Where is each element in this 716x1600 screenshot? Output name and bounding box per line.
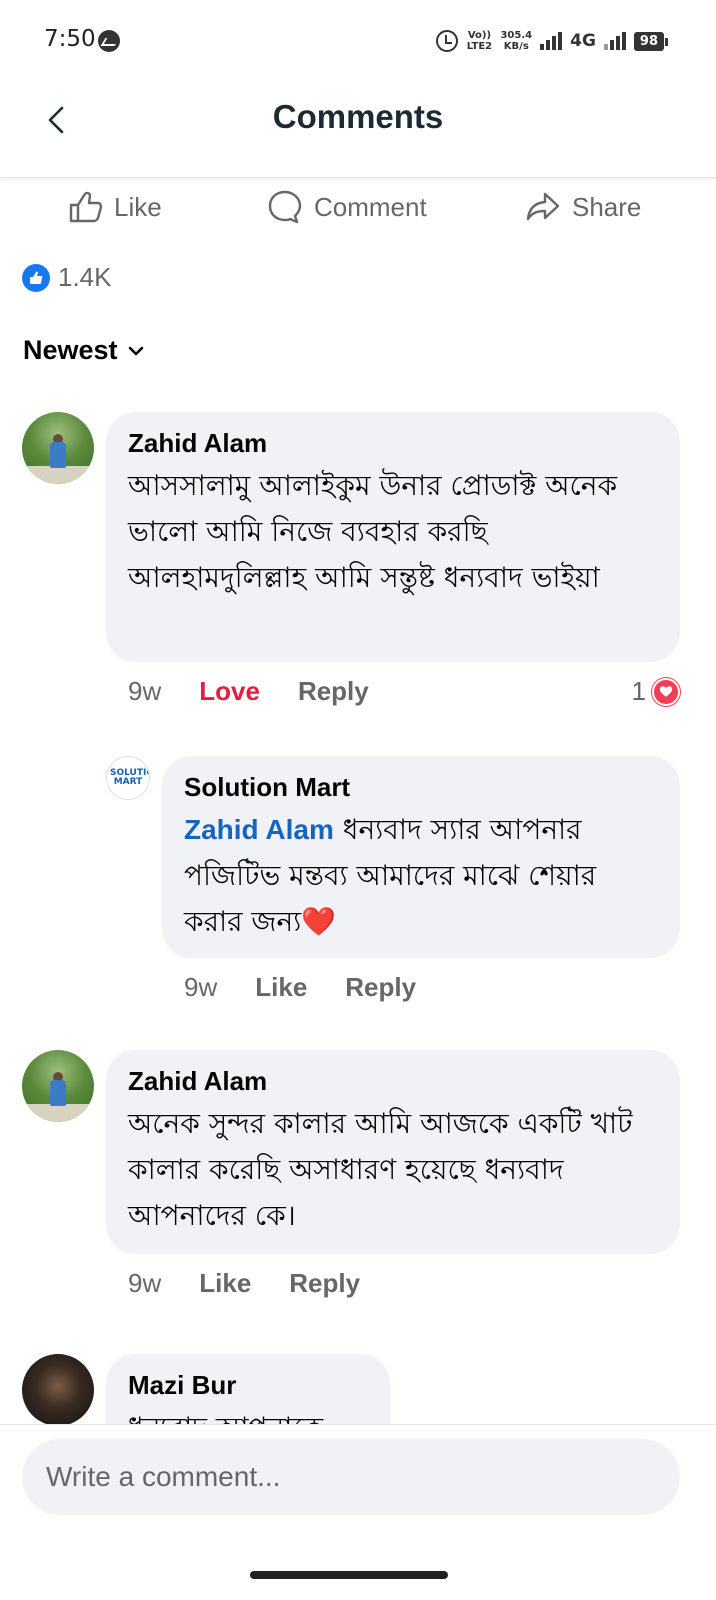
comment-time[interactable]: 9w — [128, 1268, 161, 1299]
comment-reaction-number: 1 — [631, 676, 646, 706]
reply-button[interactable]: Reply — [289, 1268, 360, 1299]
mention-link[interactable]: Zahid Alam — [184, 814, 334, 845]
comment-meta: 9w Love Reply — [128, 676, 369, 707]
comment-text: অনেক সুন্দর কালার আমি আজকে একটি খাট কালা… — [128, 1107, 633, 1232]
comment-author[interactable]: Mazi Bur — [128, 1370, 368, 1401]
love-button[interactable]: Love — [199, 676, 260, 707]
like-icon — [69, 191, 103, 223]
comment-time[interactable]: 9w — [128, 676, 161, 707]
comment-text: আসসালামু আলাইকুম উনার প্রোডাক্ট অনেক ভাল… — [128, 469, 618, 594]
comment-author[interactable]: Solution Mart — [184, 772, 658, 803]
status-bar: 7:50 Vo)) LTE2 305.4 KB/s 4G 98 — [0, 0, 716, 80]
comment-label: Comment — [314, 191, 427, 222]
avatar[interactable] — [22, 1050, 94, 1122]
comment-text: Zahid Alam ধন্যবাদ স্যার আপনার পজিটিভ মন… — [184, 807, 658, 945]
status-indicators: Vo)) LTE2 305.4 KB/s 4G 98 — [436, 24, 669, 58]
sort-label: Newest — [23, 335, 118, 365]
reply-button[interactable]: Reply — [298, 676, 369, 707]
heart-icon — [652, 677, 680, 706]
comment-button[interactable]: Comment — [266, 182, 427, 232]
comment-author[interactable]: Zahid Alam — [128, 1066, 658, 1097]
comment-time[interactable]: 9w — [184, 972, 217, 1003]
chevron-down-icon — [128, 346, 143, 355]
volte-indicator: Vo)) LTE2 — [466, 30, 493, 52]
like-comment-button[interactable]: Like — [199, 1268, 251, 1299]
comment-bubble[interactable]: Zahid Alam অনেক সুন্দর কালার আমি আজকে এক… — [106, 1050, 680, 1254]
comment-author[interactable]: Zahid Alam — [128, 428, 658, 459]
comment-reaction-count[interactable]: 1 — [632, 676, 680, 707]
like-label: Like — [114, 191, 162, 222]
home-indicator[interactable] — [250, 1571, 448, 1579]
reply-button[interactable]: Reply — [345, 972, 416, 1003]
page-title: Comments — [272, 98, 444, 135]
comment-composer — [0, 1424, 716, 1600]
comment-meta: 9w Like Reply — [128, 1268, 360, 1299]
reply-bubble[interactable]: Solution Mart Zahid Alam ধন্যবাদ স্যার আ… — [162, 756, 680, 958]
share-button[interactable]: Share — [524, 182, 641, 232]
network-speed-value: 305.4 — [500, 30, 533, 41]
reaction-count: 1.4K — [58, 262, 112, 292]
network-type: 4G — [570, 31, 596, 51]
avatar-logo-text: SOLUTION MART — [110, 768, 149, 787]
avatar[interactable] — [22, 412, 94, 484]
like-reaction-icon — [22, 263, 50, 292]
signal-icon — [540, 32, 563, 50]
alarm-icon — [436, 30, 459, 52]
battery-indicator: 98 — [633, 31, 669, 51]
comment-input[interactable] — [22, 1439, 680, 1515]
post-actions: Like Comment Share — [0, 182, 716, 232]
network-speed: 305.4 KB/s — [500, 30, 532, 52]
sort-dropdown[interactable]: Newest — [23, 335, 144, 366]
reaction-summary[interactable]: 1.4K — [22, 262, 112, 293]
messenger-icon — [98, 30, 120, 52]
comment-meta: 9w Like Reply — [184, 972, 416, 1003]
like-comment-button[interactable]: Like — [255, 972, 307, 1003]
like-button[interactable]: Like — [66, 182, 162, 232]
share-label: Share — [572, 191, 642, 222]
signal-icon-2 — [603, 32, 626, 50]
comment-icon — [268, 190, 302, 224]
status-time: 7:50 — [44, 26, 96, 52]
share-icon — [526, 192, 560, 221]
network-speed-unit: KB/s — [503, 41, 529, 52]
heart-emoji: ❤️ — [301, 905, 337, 938]
avatar[interactable] — [22, 1354, 94, 1426]
avatar[interactable]: SOLUTION MART — [106, 756, 150, 800]
comment-bubble[interactable]: Zahid Alam আসসালামু আলাইকুম উনার প্রোডাক… — [106, 412, 680, 662]
